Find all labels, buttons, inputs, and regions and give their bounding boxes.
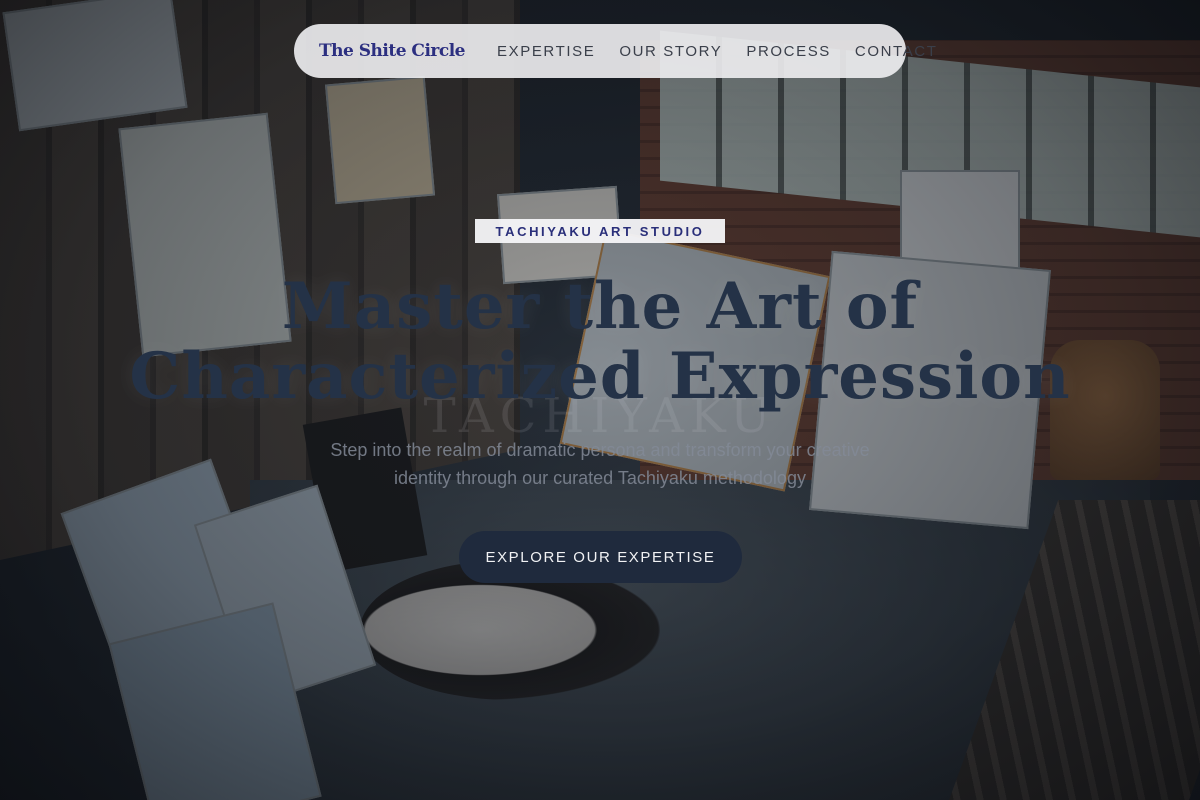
nav-links: EXPERTISE OUR STORY PROCESS CONTACT [497, 43, 938, 60]
nav-link-process[interactable]: PROCESS [746, 43, 831, 60]
hero-headline-line-1: Master the Art of [281, 269, 919, 344]
hero-subtitle-line-1: Step into the realm of dramatic persona … [330, 440, 870, 460]
explore-expertise-button[interactable]: EXPLORE OUR EXPERTISE [459, 531, 742, 583]
nav-link-contact[interactable]: CONTACT [855, 43, 938, 60]
hero-eyebrow-badge: TACHIYAKU ART STUDIO [475, 219, 725, 243]
hero-headline-line-2: Characterized Expression [129, 339, 1071, 414]
hero-subtitle-line-2: identity through our curated Tachiyaku m… [394, 468, 806, 488]
top-navigation: The Shite Circle EXPERTISE OUR STORY PRO… [294, 24, 936, 78]
nav-link-our-story[interactable]: OUR STORY [619, 43, 722, 60]
brand-logo[interactable]: The Shite Circle [319, 41, 466, 61]
nav-link-expertise[interactable]: EXPERTISE [497, 43, 595, 60]
